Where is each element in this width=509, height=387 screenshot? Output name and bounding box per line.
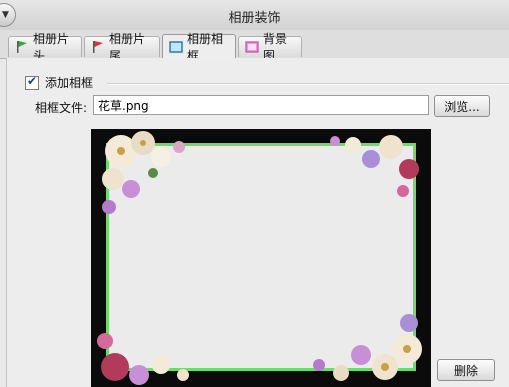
add-frame-option[interactable]: 添加相框 — [25, 74, 93, 91]
frame-preview — [91, 129, 431, 387]
browse-button[interactable]: 浏览... — [434, 95, 490, 117]
group-divider — [107, 83, 509, 85]
add-frame-checkbox[interactable] — [25, 74, 39, 90]
tab-background-image[interactable]: 背景图 — [238, 32, 302, 63]
tab-album-frame[interactable]: 相册相框 — [162, 32, 236, 63]
tab-album-intro[interactable]: 相册片头 — [8, 32, 82, 63]
tab-album-outro[interactable]: 相册片尾 — [84, 32, 160, 63]
frame-file-input[interactable] — [93, 95, 429, 115]
tab-bar: 相册片头 相册片尾 相册相框 背景图 — [0, 30, 509, 63]
pink-picture-icon — [245, 40, 259, 54]
frame-settings-panel: 添加相框 相框文件: 浏览... — [6, 58, 509, 387]
frame-file-label: 相框文件: — [35, 101, 88, 115]
green-flag-icon — [15, 40, 29, 54]
title-bar: ▼ 相册装饰 — [0, 0, 509, 31]
frame-icon — [169, 40, 183, 54]
add-frame-label: 添加相框 — [45, 76, 94, 90]
red-flag-icon — [91, 40, 105, 54]
delete-button[interactable]: 删除 — [437, 359, 495, 381]
window-title: 相册装饰 — [228, 11, 281, 26]
